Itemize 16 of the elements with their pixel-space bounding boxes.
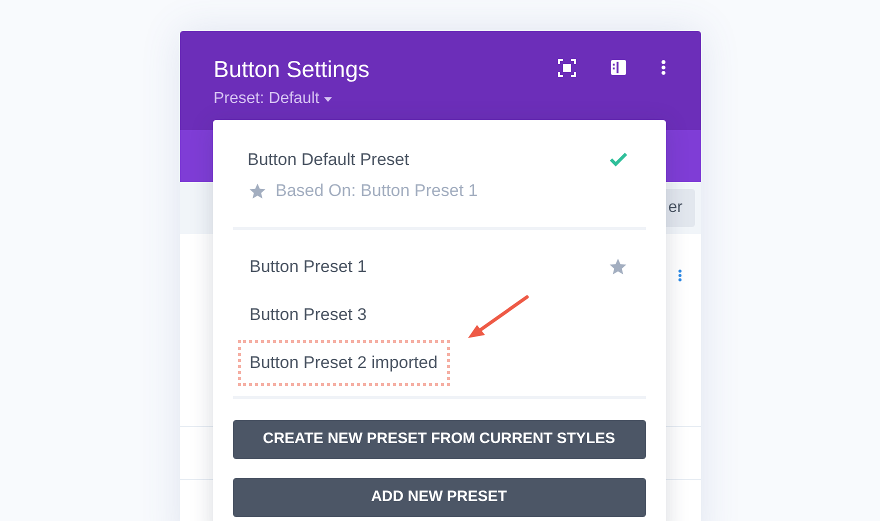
- preset-action-button[interactable]: CREATE NEW PRESET FROM CURRENT STYLES: [232, 420, 646, 459]
- caret-icon: [324, 96, 332, 102]
- preset-name[interactable]: Button Preset 1: [238, 244, 379, 290]
- star-icon: [248, 182, 266, 200]
- pointer-arrow: [466, 294, 530, 340]
- more-icon[interactable]: [660, 59, 666, 76]
- more-icon[interactable]: [678, 268, 682, 283]
- preset-action-button[interactable]: ADD NEW PRESET: [232, 478, 646, 517]
- preset-name[interactable]: Button Default Preset: [248, 150, 478, 170]
- panel-title: Button Settings: [214, 55, 370, 83]
- based-on-text: Based On: Button Preset 1: [276, 181, 478, 201]
- preset-name[interactable]: Button Preset 3: [238, 292, 379, 338]
- fullscreen-icon[interactable]: [558, 59, 576, 77]
- sidebar-icon[interactable]: [610, 59, 626, 76]
- preset-name[interactable]: Button Preset 2 imported: [238, 340, 450, 386]
- preset-selector[interactable]: Preset: Default: [214, 89, 332, 109]
